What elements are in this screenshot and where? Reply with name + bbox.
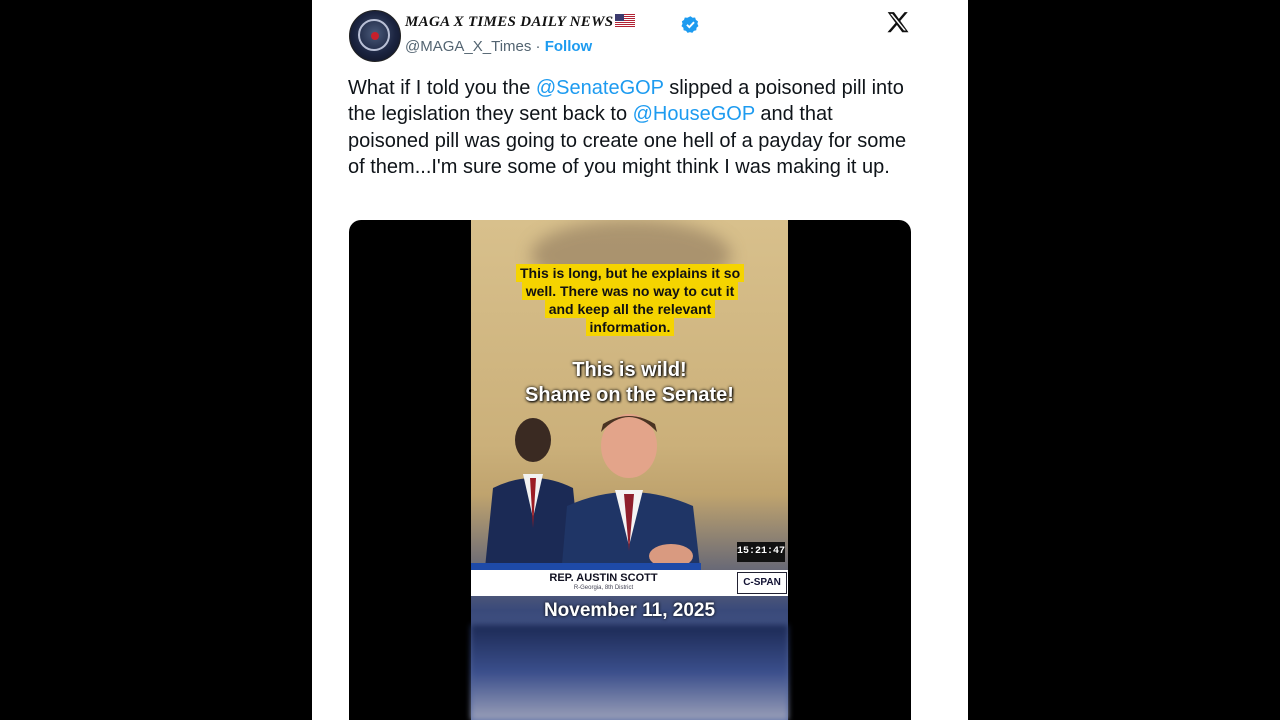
account-handle[interactable]: @MAGA_X_Times bbox=[405, 38, 531, 55]
mention-senate-gop[interactable]: @SenateGOP bbox=[536, 77, 664, 99]
display-name-text: MAGA X TIMES DAILY NEWS bbox=[405, 14, 614, 30]
follow-button[interactable]: Follow bbox=[545, 38, 593, 55]
video-frame: This is long, but he explains it so well… bbox=[471, 220, 788, 720]
avatar-logo-dot bbox=[371, 32, 379, 40]
blurred-background-bottom bbox=[471, 625, 788, 720]
lower-third-subtitle: R-Georgia, 8th District bbox=[573, 585, 634, 591]
tweet-text-part: What if I told you the bbox=[348, 77, 536, 99]
lower-third-name: REP. AUSTIN SCOTT bbox=[549, 572, 658, 584]
handle-row: @MAGA_X_Times · Follow bbox=[405, 38, 592, 55]
video-headline: This is wild! Shame on the Senate! bbox=[471, 358, 788, 408]
mention-house-gop[interactable]: @HouseGOP bbox=[633, 103, 755, 125]
verified-badge-icon bbox=[681, 16, 699, 33]
speaker-figure bbox=[561, 414, 701, 576]
tweet-text: What if I told you the @SenateGOP slippe… bbox=[348, 75, 908, 180]
headline-line-1: This is wild! bbox=[572, 359, 687, 381]
video-caption-text: This is long, but he explains it so well… bbox=[516, 264, 745, 336]
video-caption: This is long, but he explains it so well… bbox=[516, 264, 745, 336]
video-date: November 11, 2025 bbox=[543, 600, 716, 621]
account-avatar[interactable] bbox=[349, 10, 401, 62]
video-player[interactable]: This is long, but he explains it so well… bbox=[349, 220, 911, 720]
cspan-logo: C-SPAN bbox=[737, 572, 787, 594]
headline-line-2: Shame on the Senate! bbox=[525, 384, 734, 406]
separator-dot: · bbox=[535, 38, 541, 55]
lower-third-bar bbox=[471, 563, 701, 570]
x-logo-icon[interactable] bbox=[885, 10, 911, 36]
us-flag-icon bbox=[615, 14, 636, 27]
broadcast-clock: 15:21:47 bbox=[737, 542, 785, 562]
display-name[interactable]: MAGA X TIMES DAILY NEWS bbox=[405, 14, 636, 31]
